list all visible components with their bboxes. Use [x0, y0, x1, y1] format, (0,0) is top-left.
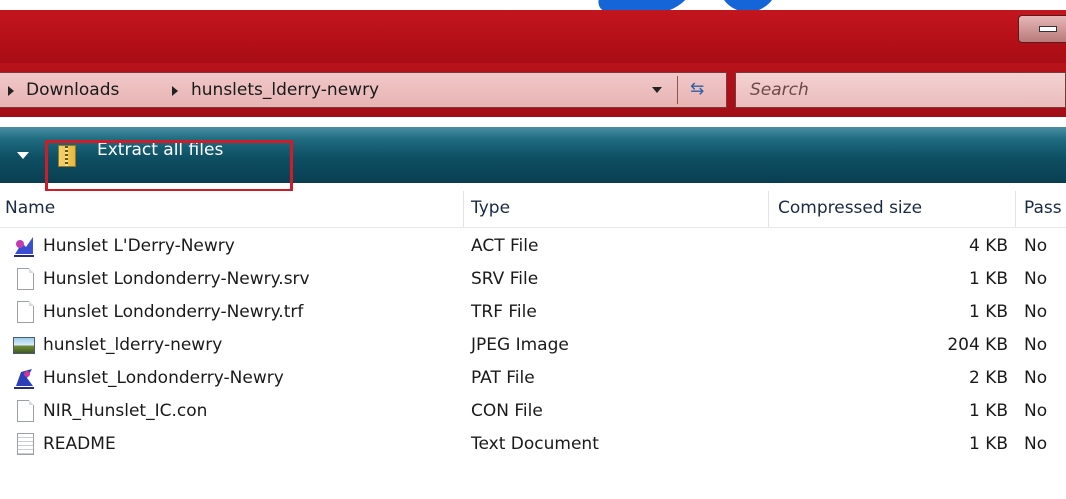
file-type: SRV File — [471, 269, 539, 289]
file-size: 1 KB — [968, 302, 1008, 322]
file-name: Hunslet L'Derry-Newry — [43, 236, 235, 256]
document-icon — [17, 301, 34, 323]
file-name: Hunslet Londonderry-Newry.srv — [43, 269, 310, 289]
file-row[interactable]: README Text Document 1 KB No — [0, 428, 1066, 462]
file-password: No — [1024, 269, 1048, 289]
text-document-icon — [17, 433, 34, 455]
file-row[interactable]: hunslet_lderry-newry JPEG Image 204 KB N… — [0, 329, 1066, 363]
column-divider[interactable] — [768, 191, 769, 227]
document-icon — [17, 268, 34, 290]
act-file-icon — [14, 237, 34, 257]
column-divider[interactable] — [463, 191, 464, 227]
file-row[interactable]: Hunslet Londonderry-Newry.trf TRF File 1… — [0, 296, 1066, 330]
annotation-highlight-box — [45, 140, 293, 192]
image-icon — [13, 337, 35, 354]
breadcrumb-arrow-icon[interactable] — [8, 86, 14, 96]
file-name: README — [43, 434, 116, 454]
breadcrumb-downloads[interactable]: Downloads — [26, 80, 119, 100]
file-password: No — [1024, 434, 1048, 454]
organize-chevron-icon[interactable] — [17, 152, 29, 159]
file-name: Hunslet Londonderry-Newry.trf — [43, 302, 304, 322]
minimize-icon — [1039, 26, 1057, 32]
file-name: NIR_Hunslet_IC.con — [43, 401, 208, 421]
column-divider[interactable] — [1015, 191, 1016, 227]
file-password: No — [1024, 401, 1048, 421]
minimize-button[interactable] — [1018, 15, 1066, 43]
watermark-shape — [718, 0, 778, 10]
column-header-name[interactable]: Name — [5, 198, 55, 218]
file-size: 4 KB — [968, 236, 1008, 256]
refresh-icon[interactable]: ⇆ — [690, 79, 704, 99]
file-type: JPEG Image — [471, 335, 569, 355]
file-password: No — [1024, 335, 1048, 355]
watermark-shape — [589, 0, 711, 10]
file-password: No — [1024, 368, 1048, 388]
separator — [0, 117, 1066, 127]
file-name: Hunslet_Londonderry-Newry — [43, 368, 284, 388]
file-row[interactable]: Hunslet Londonderry-Newry.srv SRV File 1… — [0, 263, 1066, 297]
file-type: TRF File — [471, 302, 537, 322]
file-name: hunslet_lderry-newry — [43, 335, 223, 355]
column-header-compressed-size[interactable]: Compressed size — [778, 198, 922, 218]
column-header: Name Type Compressed size Pass — [0, 191, 1066, 228]
document-icon — [17, 400, 34, 422]
pat-file-icon — [14, 369, 34, 389]
search-box[interactable] — [735, 72, 1066, 108]
file-type: Text Document — [471, 434, 599, 454]
file-type: ACT File — [471, 236, 539, 256]
file-size: 1 KB — [968, 401, 1008, 421]
column-header-password[interactable]: Pass — [1024, 198, 1062, 218]
file-password: No — [1024, 302, 1048, 322]
breadcrumb-folder[interactable]: hunslets_lderry-newry — [191, 80, 379, 100]
file-size: 2 KB — [968, 368, 1008, 388]
address-field[interactable]: Downloads hunslets_lderry-newry ⇆ — [0, 72, 727, 108]
address-bar: Downloads hunslets_lderry-newry ⇆ — [0, 63, 1066, 117]
file-row[interactable]: NIR_Hunslet_IC.con CON File 1 KB No — [0, 395, 1066, 429]
top-strip — [0, 0, 1066, 10]
window-titlebar — [0, 10, 1066, 63]
file-type: PAT File — [471, 368, 535, 388]
address-divider — [677, 76, 678, 104]
file-type: CON File — [471, 401, 543, 421]
column-header-type[interactable]: Type — [471, 198, 510, 218]
file-password: No — [1024, 236, 1048, 256]
search-input[interactable] — [736, 73, 1065, 107]
file-row[interactable]: Hunslet L'Derry-Newry ACT File 4 KB No — [0, 230, 1066, 264]
file-row[interactable]: Hunslet_Londonderry-Newry PAT File 2 KB … — [0, 362, 1066, 396]
file-size: 204 KB — [947, 335, 1008, 355]
address-dropdown-icon[interactable] — [652, 87, 662, 93]
breadcrumb-arrow-icon[interactable] — [172, 86, 178, 96]
file-size: 1 KB — [968, 269, 1008, 289]
file-size: 1 KB — [968, 434, 1008, 454]
